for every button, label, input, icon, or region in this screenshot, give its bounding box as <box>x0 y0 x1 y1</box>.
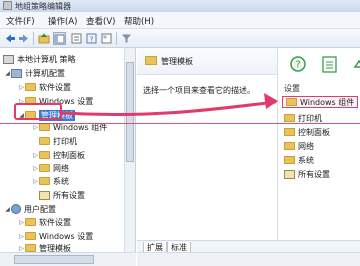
app-icon <box>3 1 12 10</box>
settings-item-all-settings[interactable]: 所有设置 <box>284 168 330 180</box>
annotation-line <box>0 123 360 124</box>
filter-icon <box>122 34 131 43</box>
window-title: 地组策略编辑器 <box>15 2 71 11</box>
title-bar: 地组策略编辑器 <box>0 0 360 12</box>
folder-icon <box>145 56 157 65</box>
scroll-thumb[interactable] <box>126 62 134 162</box>
details-title: 管理模板 <box>161 57 193 66</box>
details-description: 选择一个项目来查看它的描述。 <box>143 86 255 95</box>
navigation-tree: 本地计算机 策略 ◢ 计算机配置 ▷ 软件设置 ▷ Windows 设置 ◢ 管… <box>0 48 136 253</box>
menu-file[interactable]: 文件(F) <box>6 15 35 27</box>
tree-node-network[interactable]: ▷ 网络 <box>32 162 69 174</box>
settings-item-network[interactable]: 网络 <box>284 140 314 152</box>
filter-button[interactable] <box>121 32 132 45</box>
folder-icon <box>284 128 295 136</box>
menu-view[interactable]: 查看(V) <box>86 15 115 27</box>
all-settings-icon <box>39 190 50 200</box>
tree-horizontal-scrollbar[interactable] <box>0 252 136 266</box>
tree-node-control-panel[interactable]: ▷ 控制面板 <box>32 149 85 161</box>
folder-up-icon <box>38 33 50 44</box>
next-button[interactable] <box>349 55 360 74</box>
folder-icon <box>25 218 36 226</box>
scroll-thumb[interactable] <box>14 255 94 264</box>
folder-icon <box>284 142 295 150</box>
forward-arrow-icon <box>19 34 28 43</box>
export-list-icon <box>322 56 337 73</box>
expanded-triangle-icon[interactable]: ◢ <box>18 112 25 119</box>
all-settings-icon <box>284 169 295 179</box>
tree-node-admin-templates[interactable]: ◢ 管理模板 <box>18 109 75 121</box>
magnifier-help-icon: ? <box>290 56 306 72</box>
folder-icon <box>39 177 50 185</box>
collapsed-triangle-icon[interactable]: ▷ <box>32 124 39 131</box>
tree-node-user-windows-settings[interactable]: ▷ Windows 设置 <box>18 230 93 242</box>
folder-icon <box>25 111 36 119</box>
folder-icon <box>25 232 36 240</box>
policy-icon <box>3 54 14 64</box>
collapsed-triangle-icon[interactable]: ▷ <box>18 233 25 240</box>
settings-item-system[interactable]: 系统 <box>284 154 314 166</box>
folder-icon <box>25 97 36 105</box>
back-button[interactable] <box>5 32 16 45</box>
folder-icon <box>284 156 295 164</box>
properties-button[interactable] <box>70 32 82 45</box>
user-icon <box>11 204 21 214</box>
tree-node-system[interactable]: ▷ 系统 <box>32 175 69 187</box>
tree-node-computer-config[interactable]: ◢ 计算机配置 <box>4 67 65 79</box>
help-icon: ? <box>86 33 96 44</box>
collapsed-triangle-icon[interactable]: ▷ <box>18 98 25 105</box>
collapsed-triangle-icon[interactable]: ▷ <box>32 152 39 159</box>
tree-node-user-software-settings[interactable]: ▷ 软件设置 <box>18 216 71 228</box>
folder-icon <box>25 83 36 91</box>
tree-node-printers[interactable]: 打印机 <box>39 135 77 147</box>
tree-node-windows-settings[interactable]: ▷ Windows 设置 <box>18 95 93 107</box>
tree-node-software-settings[interactable]: ▷ 软件设置 <box>18 81 71 93</box>
folder-icon <box>39 164 50 172</box>
status-bar <box>137 252 360 266</box>
view-tabs: 扩展 标准 <box>137 240 360 253</box>
settings-pane: ? 设置 Windows 组件 打印机 控制面板 网络 系统 所有设置 <box>277 48 360 252</box>
tree-node-all-settings[interactable]: 所有设置 <box>39 189 85 201</box>
computer-icon <box>11 68 22 78</box>
forward-button[interactable] <box>18 32 29 45</box>
folder-icon <box>25 244 36 252</box>
svg-text:?: ? <box>89 36 93 44</box>
settings-section-label: 设置 <box>284 84 300 93</box>
tree-pane-icon <box>54 34 65 43</box>
folder-icon <box>39 151 50 159</box>
tree-vertical-scrollbar[interactable] <box>124 48 135 252</box>
up-folder-button[interactable] <box>38 32 50 45</box>
back-arrow-icon <box>6 34 15 43</box>
tree-node-user-config[interactable]: ◢ 用户配置 <box>4 203 56 215</box>
collapsed-triangle-icon[interactable]: ▷ <box>32 178 39 185</box>
svg-text:?: ? <box>295 60 300 71</box>
tree-node-local-computer-policy[interactable]: 本地计算机 策略 <box>3 53 76 65</box>
toolbar: ? <box>0 29 360 48</box>
collapsed-triangle-icon[interactable]: ▷ <box>18 245 25 252</box>
folder-icon <box>39 123 50 131</box>
folder-icon <box>39 137 50 145</box>
export-list-button[interactable] <box>320 55 339 74</box>
properties-icon <box>71 33 81 44</box>
help-button[interactable]: ? <box>85 32 97 45</box>
folder-icon <box>286 98 297 106</box>
help-search-button[interactable]: ? <box>289 55 308 74</box>
expanded-triangle-icon[interactable]: ◢ <box>4 70 11 77</box>
show-hide-tree-button[interactable] <box>53 32 66 45</box>
menu-action[interactable]: 操作(A) <box>48 15 77 27</box>
details-header: 管理模板 <box>137 48 277 75</box>
settings-item-control-panel[interactable]: 控制面板 <box>284 126 330 138</box>
expanded-triangle-icon[interactable]: ◢ <box>4 206 11 213</box>
collapsed-triangle-icon[interactable]: ▷ <box>18 219 25 226</box>
collapsed-triangle-icon[interactable]: ▷ <box>32 165 39 172</box>
view-list-icon <box>101 33 111 44</box>
view-button[interactable] <box>100 32 112 45</box>
menu-help[interactable]: 帮助(H) <box>124 15 154 27</box>
menu-bar: 文件(F) 操作(A) 查看(V) 帮助(H) <box>0 12 360 29</box>
settings-item-windows-components[interactable]: Windows 组件 <box>282 96 359 108</box>
folder-icon <box>284 114 295 122</box>
arrow-icon <box>353 59 360 68</box>
collapsed-triangle-icon[interactable]: ▷ <box>18 84 25 91</box>
